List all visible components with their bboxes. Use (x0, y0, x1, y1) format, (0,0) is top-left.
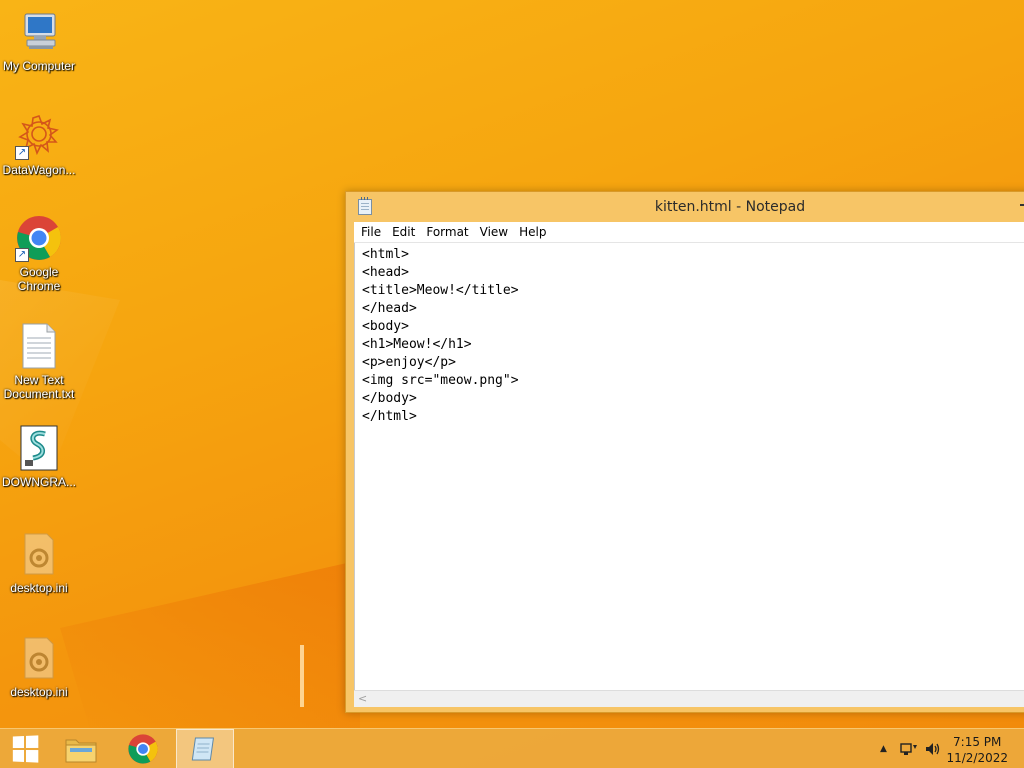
settings-file-icon (15, 530, 63, 578)
text-line: <title>Meow!</title> (362, 283, 519, 298)
chrome-icon: ↗ (15, 214, 63, 262)
text-line: <head> (362, 265, 409, 280)
text-line: <html> (362, 247, 409, 262)
notepad-icon (191, 737, 215, 761)
text-editor[interactable]: <html> <head> <title>Meow!</title> </hea… (354, 243, 1024, 690)
window-title: kitten.html - Notepad (654, 199, 806, 215)
menu-file[interactable]: File (358, 222, 389, 242)
desktop-icon-label: desktop.ini (10, 685, 68, 699)
menu-bar: File Edit Format View Help (354, 222, 1024, 243)
text-line: <h1>Meow!</h1> (362, 337, 472, 352)
text-file-icon (15, 322, 63, 370)
menu-help[interactable]: Help (516, 222, 554, 242)
taskbar-notepad[interactable] (176, 729, 234, 768)
desktop-icon-label: desktop.ini (10, 581, 68, 595)
system-tray: ▲ 7:15 PM 11/2/2022 (864, 729, 1024, 768)
desktop-icon-desktop-ini[interactable]: desktop.ini (0, 634, 79, 699)
start-icon (12, 735, 39, 763)
script-file-icon (15, 424, 63, 472)
menu-view[interactable]: View (477, 222, 516, 242)
network-icon[interactable] (900, 741, 918, 757)
shortcut-arrow-icon: ↗ (15, 146, 29, 160)
settings-file-icon (15, 634, 63, 682)
desktop-icon-desktop-ini[interactable]: desktop.ini (0, 530, 79, 595)
text-line: </html> (362, 409, 417, 424)
window-titlebar[interactable]: kitten.html - Notepad (346, 192, 1024, 222)
datawagon-icon: ↗ (15, 112, 63, 160)
desktop-icon-new-text-document[interactable]: New Text Document.txt (0, 322, 79, 401)
desktop-icon-datawagon[interactable]: ↗ DataWagon... (0, 112, 79, 177)
desktop-icon-my-computer[interactable]: My Computer (0, 8, 79, 73)
minimize-icon[interactable] (1020, 204, 1024, 206)
desktop-icon-label: My Computer (2, 59, 76, 73)
chrome-icon (128, 734, 158, 764)
menu-format[interactable]: Format (423, 222, 476, 242)
text-line: <body> (362, 319, 409, 334)
taskbar-file-explorer[interactable] (52, 729, 110, 768)
computer-icon (15, 8, 63, 56)
text-line: <p>enjoy</p> (362, 355, 456, 370)
desktop-icon-label: DOWNGRA... (2, 475, 76, 489)
text-line: </head> (362, 301, 417, 316)
menu-edit[interactable]: Edit (389, 222, 423, 242)
clock-date: 11/2/2022 (946, 751, 1008, 765)
clock[interactable]: 7:15 PM 11/2/2022 (946, 734, 1008, 766)
file-explorer-icon (65, 739, 97, 763)
desktop-icon-google-chrome[interactable]: ↗ Google Chrome (0, 214, 79, 293)
horizontal-scrollbar[interactable]: < (354, 690, 1024, 707)
desktop-icon-label: Google Chrome (17, 265, 61, 293)
clock-time: 7:15 PM (953, 735, 1002, 749)
scroll-left-icon[interactable]: < (358, 692, 367, 705)
text-line: <img src="meow.png"> (362, 373, 519, 388)
shortcut-arrow-icon: ↗ (15, 248, 29, 262)
text-line: </body> (362, 391, 417, 406)
notepad-window[interactable]: kitten.html - Notepad File Edit Format V… (345, 191, 1024, 713)
volume-icon[interactable] (924, 741, 942, 757)
show-hidden-icons-icon[interactable]: ▲ (880, 744, 887, 754)
wallpaper-line (300, 645, 304, 707)
desktop-icon-label: DataWagon... (2, 163, 76, 177)
desktop-icon-downgra[interactable]: DOWNGRA... (0, 424, 79, 489)
taskbar-chrome[interactable] (114, 729, 172, 768)
desktop-icon-label: New Text Document.txt (3, 373, 75, 401)
wallpaper-shard (60, 560, 360, 730)
start-button[interactable] (0, 729, 50, 768)
taskbar: ▲ 7:15 PM 11/2/2022 (0, 728, 1024, 768)
